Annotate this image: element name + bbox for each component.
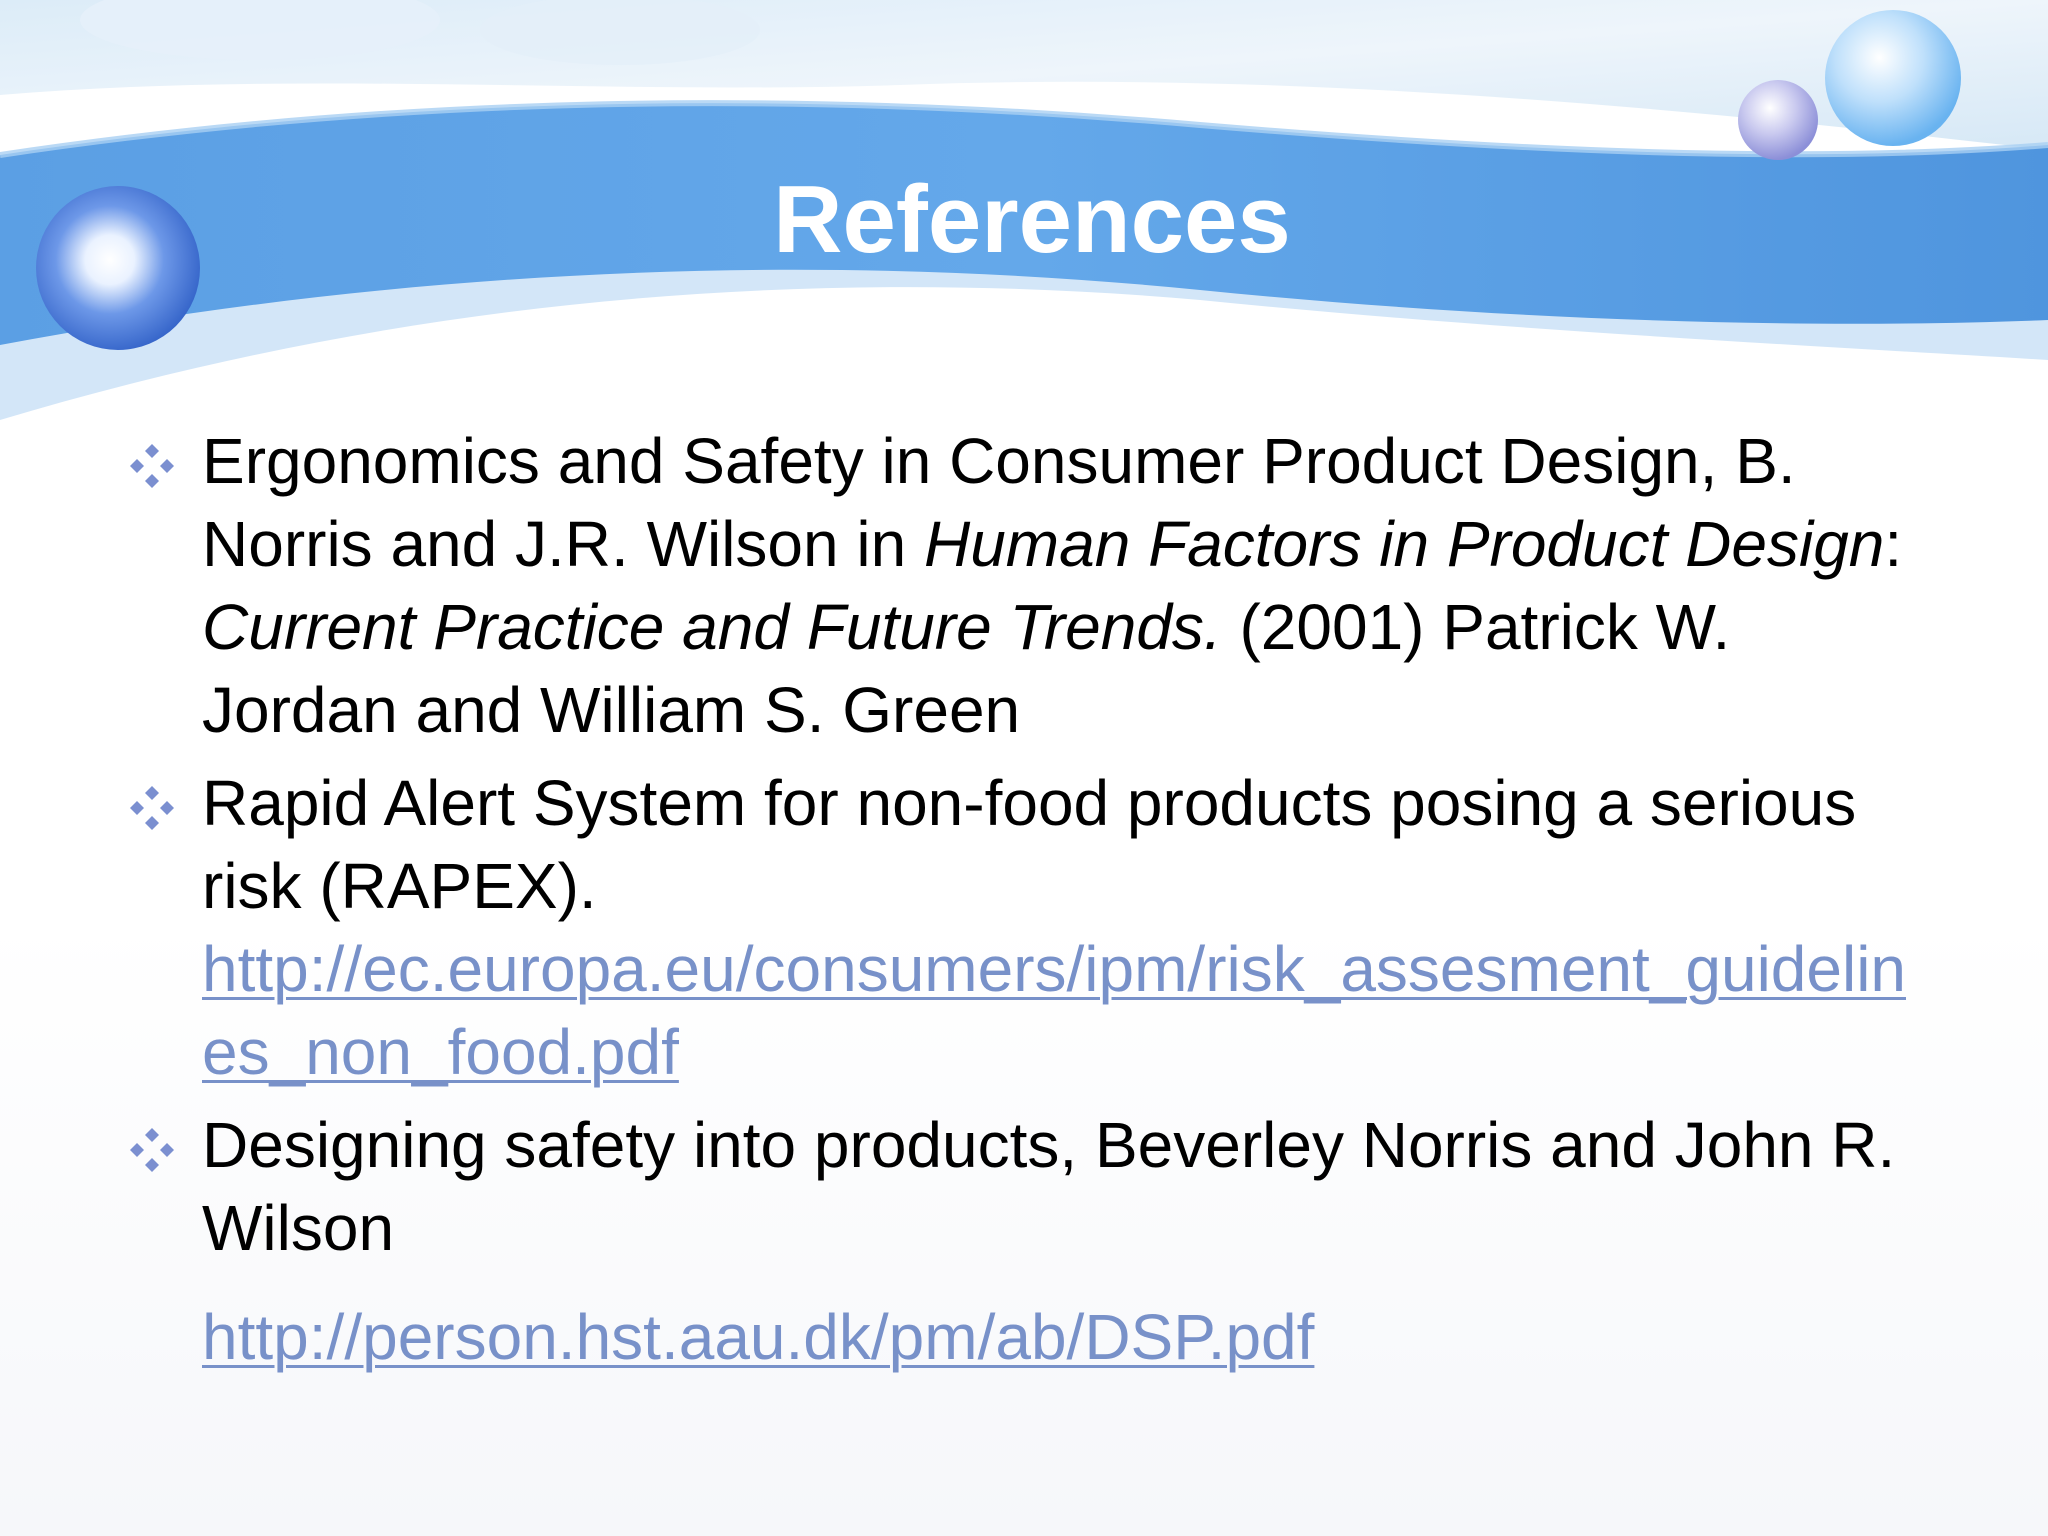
reference-list: Ergonomics and Safety in Consumer Produc… [120, 420, 1930, 1389]
reference-item-1: Ergonomics and Safety in Consumer Produc… [120, 420, 1930, 752]
reference-item-3: Designing safety into products, Beverley… [120, 1104, 1930, 1379]
slide: References Ergonomics and Safety in Cons… [0, 0, 2048, 1536]
reference-link[interactable]: http://ec.europa.eu/consumers/ipm/risk_a… [202, 928, 1930, 1094]
reference-text: Rapid Alert System for non-food products… [202, 767, 1857, 922]
four-diamond-bullet-icon [130, 786, 174, 830]
four-diamond-bullet-icon [130, 444, 174, 488]
reference-link[interactable]: http://person.hst.aau.dk/pm/ab/DSP.pdf [202, 1296, 1930, 1379]
slide-title: References [773, 166, 1291, 273]
reference-item-2: Rapid Alert System for non-food products… [120, 762, 1930, 1094]
reference-separator: : [1884, 508, 1903, 580]
four-diamond-bullet-icon [130, 1128, 174, 1172]
reference-book-title: Human Factors in Product Design [923, 508, 1885, 580]
reference-text: Designing safety into products, Beverley… [202, 1109, 1896, 1264]
reference-book-subtitle: Current Practice and Future Trends. [202, 591, 1222, 663]
